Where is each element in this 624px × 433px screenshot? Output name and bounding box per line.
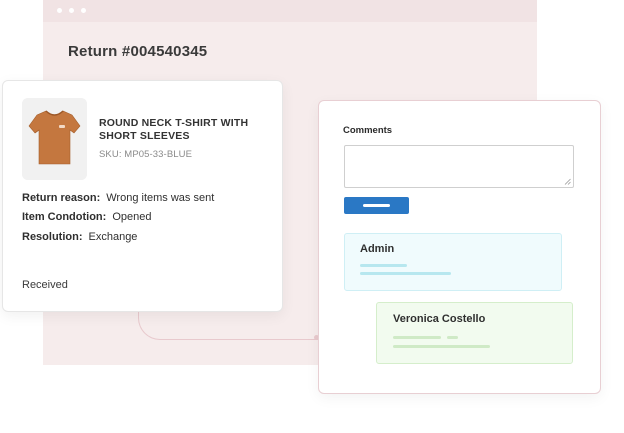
comments-label: Comments [343,125,393,136]
comment-author: Admin [360,243,395,255]
button-label-placeholder [363,204,390,207]
return-reason-value: Wrong items was sent [106,192,215,204]
window-dot-icon [81,8,86,13]
item-condition-row: Item Condotion: Opened [22,211,151,223]
comment-message-customer: Veronica Costello [376,302,573,364]
window-dot-icon [69,8,74,13]
product-sku: SKU: MP05-33-BLUE [99,149,193,160]
resolution-value: Exchange [88,231,138,243]
status-text: Received [22,279,68,291]
resolution-label: Resolution: [22,231,83,243]
tshirt-image[interactable] [22,98,87,180]
comment-textarea[interactable] [344,145,574,188]
submit-comment-button[interactable] [344,197,409,214]
comment-text-placeholder [447,336,458,339]
item-condition-label: Item Condotion: [22,211,107,223]
comments-panel: Comments Admin Veronica Costello [318,100,601,394]
product-name: ROUND NECK T-SHIRT WITH SHORT SLEEVES [99,117,249,142]
comment-text-placeholder [360,272,451,275]
return-reason-label: Return reason: [22,192,101,204]
window-titlebar [43,0,537,22]
comment-text-placeholder [360,264,407,267]
window-dot-icon [57,8,62,13]
comment-message-admin: Admin [344,233,562,291]
tshirt-icon [22,98,87,180]
page-title: Return #004540345 [68,43,208,60]
comment-author: Veronica Costello [393,313,486,325]
product-card: ROUND NECK T-SHIRT WITH SHORT SLEEVES SK… [2,80,283,312]
comment-text-placeholder [393,336,441,339]
item-condition-value: Opened [112,211,152,223]
resolution-row: Resolution: Exchange [22,231,137,243]
return-reason-row: Return reason: Wrong items was sent [22,192,214,204]
resize-grip-icon[interactable] [564,178,571,185]
comment-text-placeholder [393,345,490,348]
connector-line [138,310,320,340]
